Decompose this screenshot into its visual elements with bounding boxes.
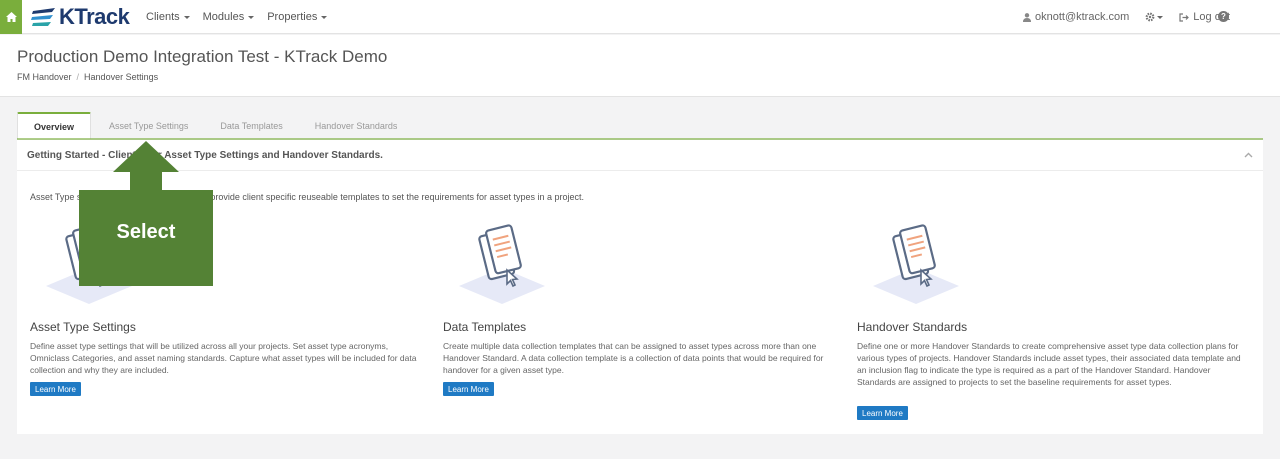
home-button[interactable] xyxy=(0,0,22,34)
breadcrumb: FM Handover / Handover Settings xyxy=(17,72,158,82)
chevron-down-icon xyxy=(321,15,328,19)
breadcrumb-item-handover-settings: Handover Settings xyxy=(84,72,159,82)
section-description: Create multiple data collection template… xyxy=(443,341,824,375)
home-icon xyxy=(5,12,17,22)
tab-asset-type-settings[interactable]: Asset Type Settings xyxy=(91,112,204,139)
section-title: Asset Type Settings xyxy=(30,320,136,334)
breadcrumb-separator: / xyxy=(76,72,80,82)
callout-label: Select xyxy=(116,221,176,243)
chevron-up-icon[interactable] xyxy=(1244,152,1253,158)
logout-icon xyxy=(1179,12,1190,22)
tab-data-templates[interactable]: Data Templates xyxy=(204,112,298,139)
settings-dropdown[interactable] xyxy=(1145,12,1164,22)
logo-text: KTrack xyxy=(59,4,130,29)
learn-more-button[interactable]: Learn More xyxy=(30,382,81,396)
top-navbar: KTrack Clients Modules Properties oknott… xyxy=(0,0,1280,34)
menu-properties[interactable]: Properties xyxy=(267,11,328,23)
logo-swoosh-icon xyxy=(31,8,55,26)
chevron-down-icon xyxy=(1157,15,1164,19)
ktrack-logo[interactable]: KTrack xyxy=(31,4,130,30)
learn-more-button[interactable]: Learn More xyxy=(443,382,494,396)
up-arrow-icon xyxy=(79,141,213,286)
document-pointer-illustration xyxy=(459,224,545,304)
user-account-link[interactable]: oknott@ktrack.com xyxy=(1022,11,1129,23)
breadcrumb-item-fm-handover[interactable]: FM Handover xyxy=(17,72,72,82)
settings-tabs: Overview Asset Type Settings Data Templa… xyxy=(17,112,413,139)
section-description: Define asset type settings that will be … xyxy=(30,341,417,375)
page-title: Production Demo Integration Test - KTrac… xyxy=(17,47,388,66)
menu-modules[interactable]: Modules xyxy=(203,11,255,23)
chevron-down-icon xyxy=(248,15,255,19)
tab-overview[interactable]: Overview xyxy=(17,112,92,139)
main-menu: Clients Modules Properties xyxy=(146,0,340,34)
user-menu: oknott@ktrack.com Log out xyxy=(1007,0,1230,34)
learn-more-button[interactable]: Learn More xyxy=(857,406,908,420)
tab-handover-standards[interactable]: Handover Standards xyxy=(299,112,414,139)
user-icon xyxy=(1022,12,1031,22)
gear-icon xyxy=(1145,12,1155,22)
section-description: Define one or more Handover Standards to… xyxy=(857,341,1241,387)
chevron-down-icon xyxy=(183,15,190,19)
menu-clients[interactable]: Clients xyxy=(146,11,190,23)
section-title: Data Templates xyxy=(443,320,527,334)
help-icon[interactable]: ? xyxy=(1218,11,1229,22)
page-header: Production Demo Integration Test - KTrac… xyxy=(0,35,1280,97)
section-title: Handover Standards xyxy=(857,320,968,334)
select-callout-arrow: Select xyxy=(79,141,213,286)
document-pointer-illustration xyxy=(873,224,959,304)
